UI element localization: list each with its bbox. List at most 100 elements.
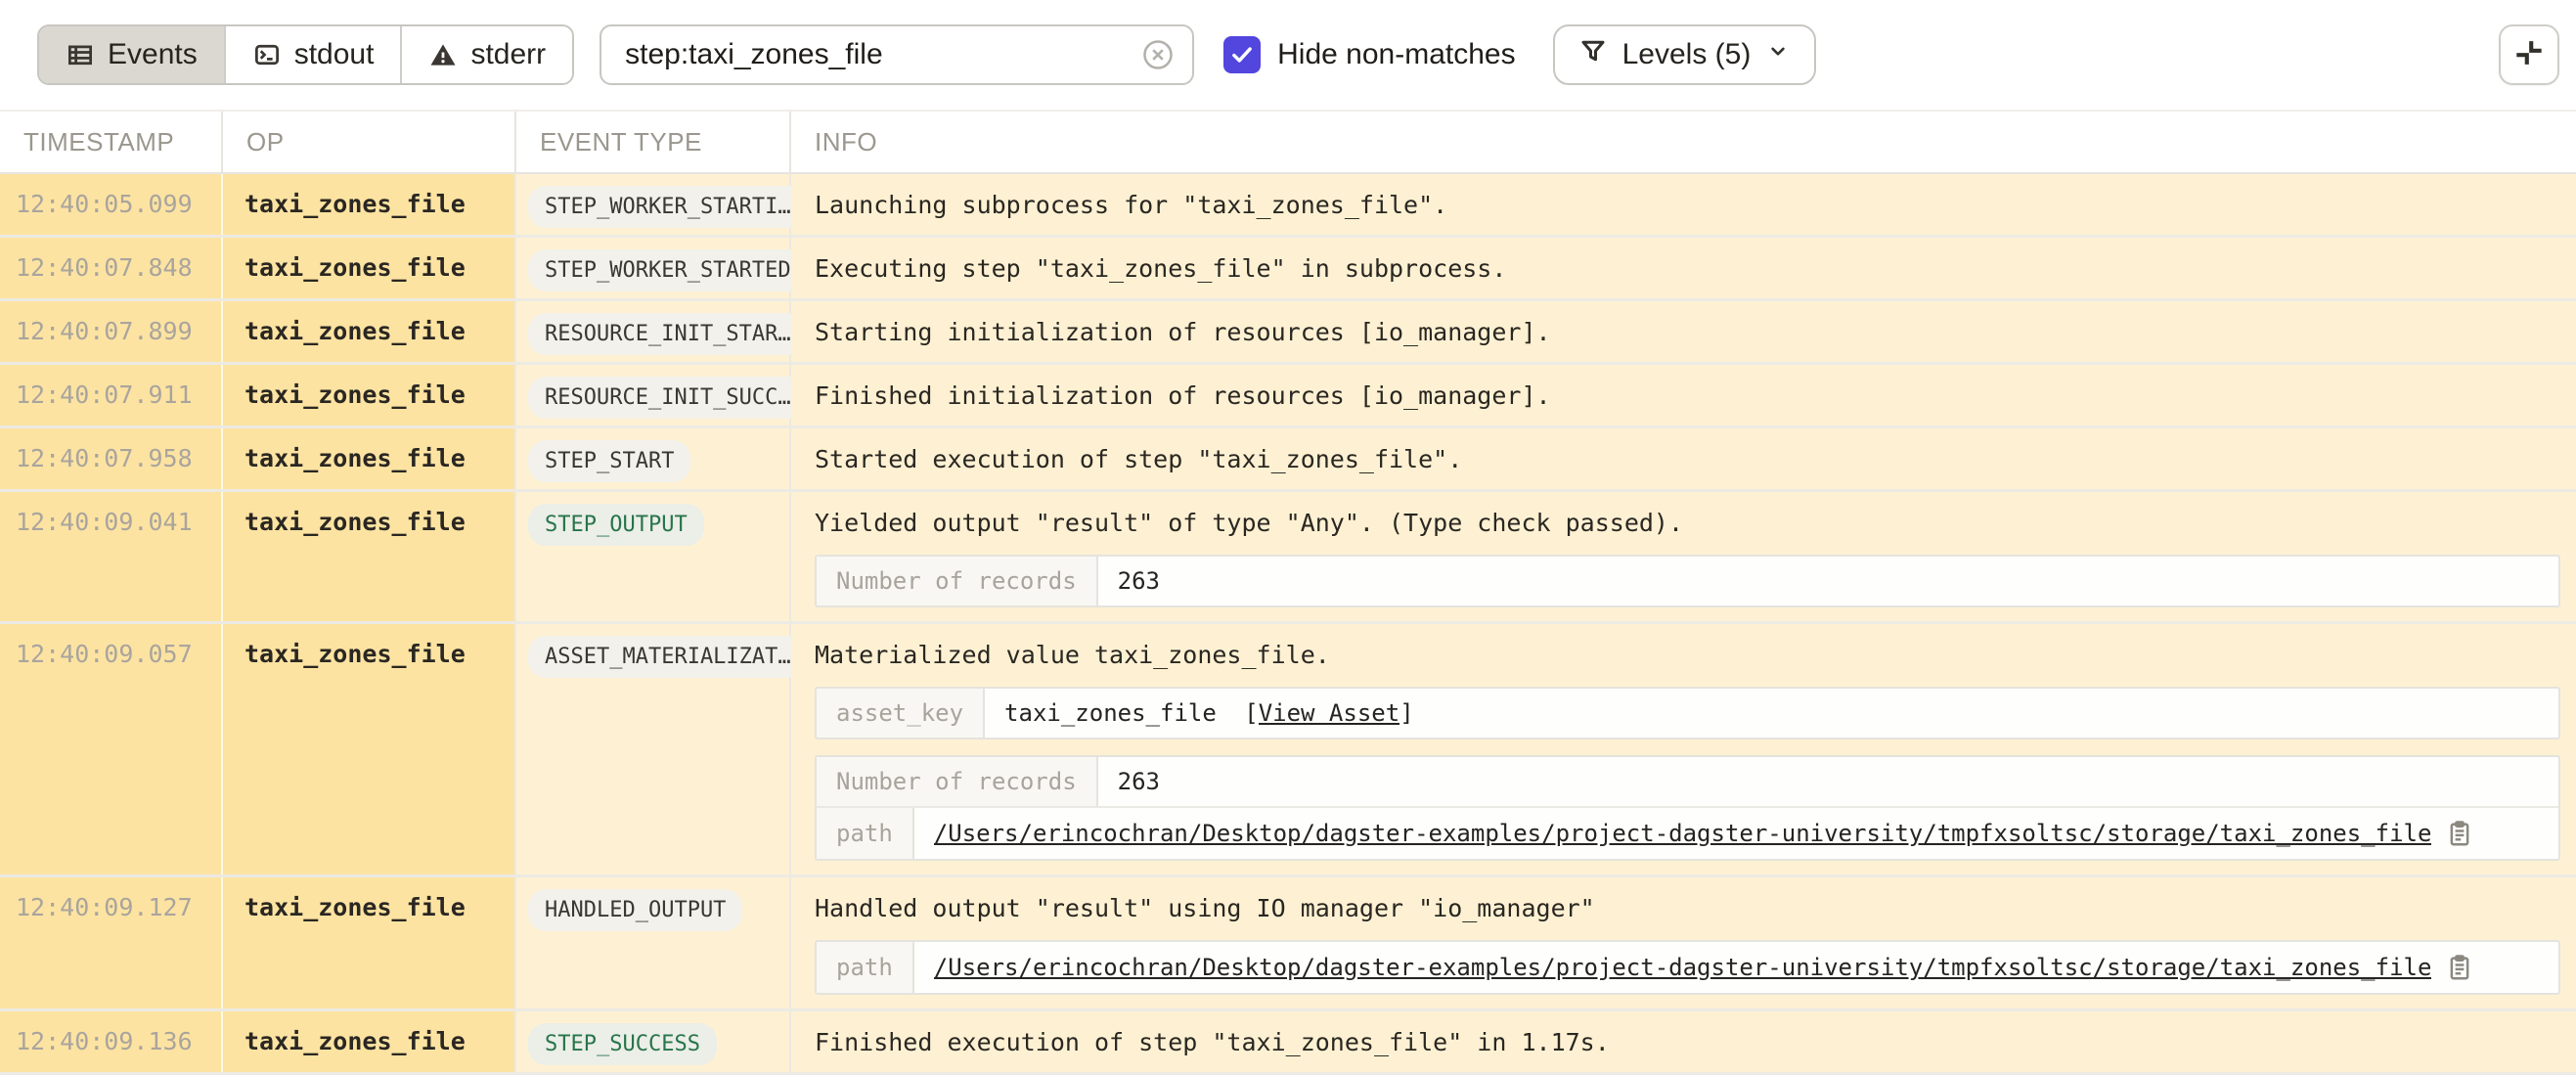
collapse-panel-icon: [2510, 34, 2548, 76]
event-timestamp: 12:40:07.958: [0, 428, 223, 489]
column-header-timestamp: TIMESTAMP: [0, 112, 223, 172]
tab-stdout[interactable]: stdout: [226, 26, 403, 83]
metadata-value: taxi_zones_file [View Asset]: [985, 689, 2558, 738]
event-type-cell: STEP_WORKER_STARTI…: [516, 174, 791, 235]
path-link[interactable]: /Users/erincochran/Desktop/dagster-examp…: [934, 954, 2432, 981]
event-type-badge: STEP_START: [528, 440, 690, 482]
metadata-entry: Number of records263: [817, 557, 2558, 605]
event-timestamp: 12:40:09.041: [0, 492, 223, 621]
event-message: Starting initialization of resources [io…: [815, 317, 2560, 348]
tab-events[interactable]: Events: [39, 26, 226, 83]
event-op: taxi_zones_file: [223, 492, 516, 621]
event-row: 12:40:07.848 taxi_zones_file STEP_WORKER…: [0, 238, 2576, 301]
event-info-cell: Launching subprocess for "taxi_zones_fil…: [791, 174, 2576, 235]
event-message: Started execution of step "taxi_zones_fi…: [815, 444, 2560, 475]
metadata-box: asset_keytaxi_zones_file [View Asset]: [815, 687, 2560, 739]
tab-events-label: Events: [108, 38, 198, 71]
view-asset-link[interactable]: View Asset: [1259, 699, 1400, 727]
event-timestamp: 12:40:05.099: [0, 174, 223, 235]
copy-to-clipboard-button[interactable]: [2445, 819, 2474, 848]
event-table-header: TIMESTAMP OP EVENT TYPE INFO: [0, 110, 2576, 174]
tab-stdout-label: stdout: [294, 38, 375, 71]
event-timestamp: 12:40:09.127: [0, 877, 223, 1008]
metadata-box: Number of records263path/Users/erincochr…: [815, 755, 2560, 861]
event-message: Yielded output "result" of type "Any". (…: [815, 508, 2560, 539]
collapse-panel-button[interactable]: [2499, 24, 2559, 85]
event-info-cell: Starting initialization of resources [io…: [791, 301, 2576, 362]
event-type-badge: STEP_WORKER_STARTED: [528, 249, 808, 291]
log-filter-input[interactable]: [625, 38, 1139, 71]
event-info-cell: Executing step "taxi_zones_file" in subp…: [791, 238, 2576, 298]
event-op: taxi_zones_file: [223, 1011, 516, 1072]
event-info-cell: Materialized value taxi_zones_file. asse…: [791, 624, 2576, 874]
event-info-cell: Yielded output "result" of type "Any". (…: [791, 492, 2576, 621]
metadata-entry: path/Users/erincochran/Desktop/dagster-e…: [817, 808, 2558, 859]
metadata-entry: Number of records263: [817, 757, 2558, 808]
event-op: taxi_zones_file: [223, 877, 516, 1008]
event-info-cell: Handled output "result" using IO manager…: [791, 877, 2576, 1008]
metadata-label: Number of records: [817, 557, 1098, 605]
event-row: 12:40:07.899 taxi_zones_file RESOURCE_IN…: [0, 301, 2576, 365]
event-row: 12:40:07.958 taxi_zones_file STEP_START …: [0, 428, 2576, 492]
event-type-badge: STEP_SUCCESS: [528, 1023, 717, 1065]
table-icon: [66, 40, 95, 69]
log-view-tabs: Events stdout stderr: [37, 24, 574, 85]
terminal-icon: [252, 40, 282, 69]
metadata-label: asset_key: [817, 689, 985, 738]
toolbar: Events stdout stderr: [0, 0, 2576, 110]
event-row: 12:40:07.911 taxi_zones_file RESOURCE_IN…: [0, 365, 2576, 428]
event-type-badge: STEP_WORKER_STARTI…: [528, 186, 808, 228]
clear-filter-button[interactable]: [1139, 36, 1177, 73]
event-timestamp: 12:40:07.848: [0, 238, 223, 298]
event-type-badge: HANDLED_OUTPUT: [528, 889, 742, 931]
chevron-down-icon: [1765, 38, 1791, 71]
event-type-cell: HANDLED_OUTPUT: [516, 877, 791, 1008]
hide-non-matches-checkbox[interactable]: [1223, 36, 1261, 73]
event-type-cell: STEP_SUCCESS: [516, 1011, 791, 1072]
event-message: Finished initialization of resources [io…: [815, 381, 2560, 412]
event-type-badge: RESOURCE_INIT_STAR…: [528, 313, 808, 355]
column-header-info: INFO: [791, 112, 2576, 172]
log-filter-searchbox: [600, 24, 1194, 85]
event-row: 12:40:05.099 taxi_zones_file STEP_WORKER…: [0, 174, 2576, 238]
event-message: Executing step "taxi_zones_file" in subp…: [815, 253, 2560, 285]
event-op: taxi_zones_file: [223, 238, 516, 298]
event-row: 12:40:09.127 taxi_zones_file HANDLED_OUT…: [0, 877, 2576, 1011]
metadata-box: path/Users/erincochran/Desktop/dagster-e…: [815, 940, 2560, 995]
levels-filter-label: Levels (5): [1622, 38, 1752, 71]
event-message: Finished execution of step "taxi_zones_f…: [815, 1027, 2560, 1058]
event-type-badge: ASSET_MATERIALIZAT…: [528, 636, 808, 678]
metadata-entry: asset_keytaxi_zones_file [View Asset]: [817, 689, 2558, 738]
event-message: Materialized value taxi_zones_file.: [815, 640, 2560, 671]
event-op: taxi_zones_file: [223, 174, 516, 235]
metadata-label: path: [817, 808, 914, 859]
event-type-badge: RESOURCE_INIT_SUCC…: [528, 377, 808, 419]
event-timestamp: 12:40:07.899: [0, 301, 223, 362]
event-type-cell: ASSET_MATERIALIZAT…: [516, 624, 791, 874]
metadata-label: Number of records: [817, 757, 1098, 806]
column-header-event-type: EVENT TYPE: [516, 112, 791, 172]
levels-filter-button[interactable]: Levels (5): [1553, 24, 1817, 85]
warning-icon: [428, 40, 458, 69]
tab-stderr[interactable]: stderr: [402, 26, 572, 83]
event-info-cell: Started execution of step "taxi_zones_fi…: [791, 428, 2576, 489]
event-message: Launching subprocess for "taxi_zones_fil…: [815, 190, 2560, 221]
metadata-entry: path/Users/erincochran/Desktop/dagster-e…: [817, 942, 2558, 993]
event-row: 12:40:09.057 taxi_zones_file ASSET_MATER…: [0, 624, 2576, 877]
event-message: Handled output "result" using IO manager…: [815, 893, 2560, 924]
event-timestamp: 12:40:09.136: [0, 1011, 223, 1072]
asset-key-value: taxi_zones_file: [1004, 699, 1230, 727]
event-op: taxi_zones_file: [223, 301, 516, 362]
event-type-cell: STEP_OUTPUT: [516, 492, 791, 621]
path-link[interactable]: /Users/erincochran/Desktop/dagster-examp…: [934, 820, 2432, 847]
event-row: 12:40:09.041 taxi_zones_file STEP_OUTPUT…: [0, 492, 2576, 624]
event-type-cell: RESOURCE_INIT_SUCC…: [516, 365, 791, 426]
event-type-cell: STEP_START: [516, 428, 791, 489]
event-timestamp: 12:40:07.911: [0, 365, 223, 426]
event-timestamp: 12:40:09.057: [0, 624, 223, 874]
copy-to-clipboard-button[interactable]: [2445, 953, 2474, 982]
event-op: taxi_zones_file: [223, 365, 516, 426]
hide-non-matches-label: Hide non-matches: [1277, 38, 1515, 71]
event-info-cell: Finished initialization of resources [io…: [791, 365, 2576, 426]
filter-funnel-icon: [1578, 36, 1608, 73]
